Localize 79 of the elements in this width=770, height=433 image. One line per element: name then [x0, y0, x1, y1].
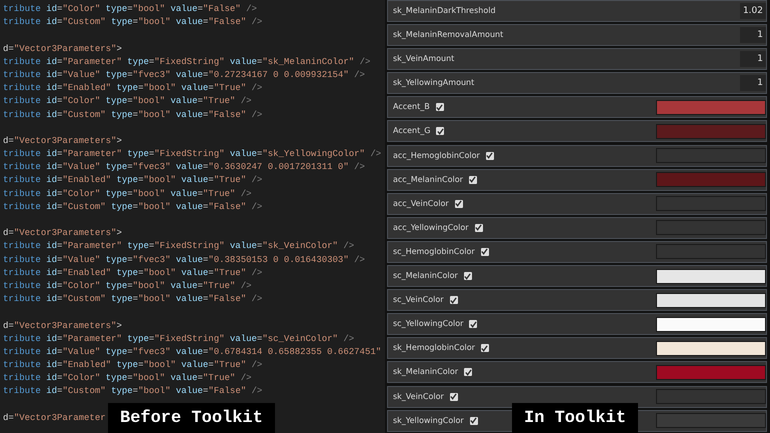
code-line: tribute id="Enabled" type="bool" value="True" />	[2, 359, 262, 372]
color-swatch[interactable]	[656, 316, 766, 332]
code-line: tribute id="Color" type="bool" value="True" />	[2, 372, 252, 386]
code-line: tribute id="Parameter" type="FixedString" value="sk_YellowingColor" />	[2, 148, 382, 162]
parameter-label: sk_VeinAmount	[393, 53, 454, 66]
code-line: tribute id="Custom" type="bool" value="False" />	[2, 108, 262, 122]
checkbox[interactable]	[450, 296, 458, 304]
parameter-label: Accent_G	[393, 125, 430, 138]
number-field[interactable]: 1	[740, 51, 766, 68]
color-swatch[interactable]	[656, 220, 766, 236]
color-swatch[interactable]	[656, 124, 766, 139]
checkbox[interactable]	[436, 127, 444, 136]
code-line: tribute id="Color" type="bool" value="True" />	[2, 95, 252, 108]
code-line: d="Vector3Parameter	[2, 412, 106, 425]
number-field[interactable]: 1.02	[740, 3, 766, 19]
color-swatch[interactable]	[656, 389, 766, 404]
parameter-label: sk_MelaninDarkThreshold	[393, 5, 496, 17]
color-swatch[interactable]	[656, 292, 766, 308]
code-line: tribute id="Enabled" type="bool" value="True" />	[2, 174, 262, 188]
parameter-label: sk_HemoglobinColor	[393, 342, 475, 354]
color-swatch[interactable]	[656, 100, 766, 115]
number-field[interactable]: 1	[740, 75, 766, 92]
checkbox[interactable]	[486, 152, 494, 160]
parameter-label: sk_VeinColor	[393, 390, 444, 402]
parameter-label: acc_VeinColor	[393, 198, 449, 210]
code-line: d="Vector3Parameters">	[2, 42, 122, 56]
checkbox[interactable]	[436, 103, 444, 112]
parameter-label: sc_HemoglobinColor	[393, 246, 475, 258]
checkbox[interactable]	[468, 176, 477, 184]
code-line: tribute id="Custom" type="bool" value="False" />	[2, 385, 262, 398]
checkbox[interactable]	[464, 272, 472, 280]
code-line: d="Vector3Parameters">	[2, 227, 122, 240]
parameter-label: acc_MelaninColor	[393, 174, 463, 186]
code-line: tribute id="Value" type="fvec3" value="0.27234167 0 0.009932154" />	[2, 68, 365, 82]
code-line: tribute id="Value" type="fvec3" value="0.6784314 0.65882355 0.6627451"	[2, 346, 382, 359]
code-line: tribute id="Parameter" type="FixedString" value="sk_MelaninColor" />	[2, 56, 370, 69]
code-line: tribute id="Color" type="bool" value="True" />	[2, 280, 252, 293]
checkbox[interactable]	[464, 368, 472, 376]
code-line: tribute id="Custom" type="bool" value="False" />	[2, 200, 262, 214]
parameter-label: sk_MelaninColor	[393, 366, 458, 378]
parameter-label: sk_MelaninRemovalAmount	[393, 29, 504, 42]
color-swatch[interactable]	[656, 148, 766, 164]
color-swatch[interactable]	[656, 364, 766, 380]
checkbox[interactable]	[469, 320, 478, 328]
checkbox[interactable]	[480, 248, 489, 256]
parameter-label: sc_MelaninColor	[393, 270, 458, 282]
color-swatch[interactable]	[656, 172, 766, 188]
code-line: tribute id="Enabled" type="bool" value="True" />	[2, 266, 262, 280]
code-line: tribute id="Enabled" type="bool" value="True" />	[2, 82, 262, 96]
caption-label: In Toolkit	[512, 402, 638, 433]
code-line: tribute id="Custom" type="bool" value="False" />	[2, 16, 262, 30]
color-swatch[interactable]	[656, 340, 766, 356]
parameter-label: sk_YellowingColor	[393, 414, 464, 427]
parameter-label: Accent_B	[393, 101, 430, 114]
code-line: tribute id="Value" type="fvec3" value="0.3630247 0.0017201311 0" />	[2, 161, 365, 174]
parameter-label: acc_HemoglobinColor	[393, 150, 480, 162]
parameter-label: sk_YellowingAmount	[393, 77, 474, 90]
number-field[interactable]: 1	[740, 27, 766, 44]
code-line: tribute id="Parameter" type="FixedString" value="sc_VeinColor" />	[2, 332, 354, 346]
checkbox[interactable]	[480, 344, 489, 352]
checkbox[interactable]	[470, 416, 478, 425]
checkbox[interactable]	[450, 392, 458, 400]
parameter-label: sc_YellowingColor	[393, 318, 464, 330]
color-swatch[interactable]	[656, 413, 766, 428]
code-line: tribute id="Value" type="fvec3" value="0.38350153 0 0.016430303" />	[2, 254, 365, 267]
caption-label: Before Toolkit	[108, 402, 275, 433]
code-line: d="Vector3Parameters">	[2, 320, 122, 332]
code-line: tribute id="Color" type="bool" value="False" />	[2, 3, 257, 16]
code-line: d="Vector3Parameters">	[2, 134, 122, 148]
color-swatch[interactable]	[656, 268, 766, 284]
color-swatch[interactable]	[656, 244, 766, 260]
code-line: tribute id="Custom" type="bool" value="False" />	[2, 293, 262, 306]
parameter-label: sc_VeinColor	[393, 294, 444, 306]
color-swatch[interactable]	[656, 196, 766, 212]
code-line: tribute id="Color" type="bool" value="True" />	[2, 188, 252, 201]
code-line: tribute id="Parameter" type="FixedString" value="sk_VeinColor" />	[2, 240, 354, 254]
checkbox[interactable]	[454, 200, 463, 208]
parameter-label: acc_YellowingColor	[393, 222, 469, 234]
checkbox[interactable]	[474, 224, 483, 232]
